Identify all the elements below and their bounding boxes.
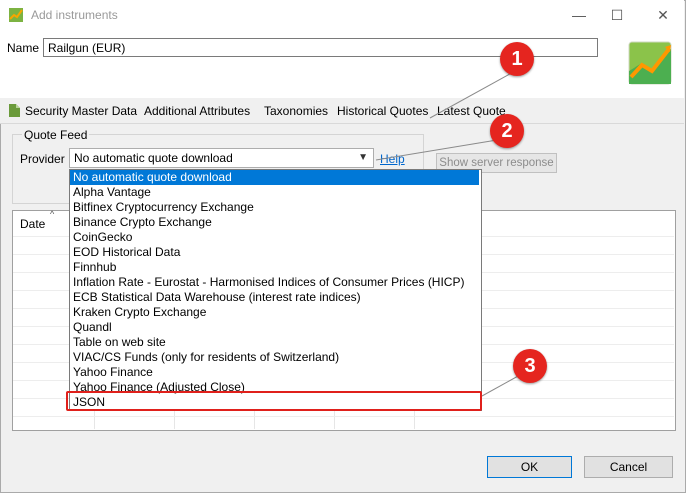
ok-button[interactable]: OK bbox=[487, 456, 572, 478]
chevron-down-icon[interactable]: ▼ bbox=[358, 149, 368, 167]
sort-caret-icon[interactable]: ^ bbox=[50, 209, 54, 219]
dropdown-option[interactable]: Bitfinex Cryptocurrency Exchange bbox=[73, 200, 254, 215]
dropdown-option[interactable]: No automatic quote download bbox=[73, 170, 232, 185]
date-column-header[interactable]: Date bbox=[20, 217, 45, 231]
document-icon bbox=[9, 104, 20, 117]
tab-historical-quotes[interactable]: Historical Quotes bbox=[337, 104, 428, 118]
quote-feed-legend: Quote Feed bbox=[22, 128, 90, 142]
dropdown-option[interactable]: Table on web site bbox=[73, 335, 166, 350]
dropdown-option[interactable]: VIAC/CS Funds (only for residents of Swi… bbox=[73, 350, 339, 365]
provider-select-value: No automatic quote download bbox=[74, 151, 233, 165]
json-option-highlight bbox=[66, 391, 482, 411]
dropdown-option[interactable]: Finnhub bbox=[73, 260, 116, 275]
app-icon bbox=[9, 8, 23, 22]
callout-badge-3: 3 bbox=[513, 349, 547, 383]
tab-security-master-data[interactable]: Security Master Data bbox=[25, 104, 137, 118]
chart-logo-icon bbox=[628, 41, 672, 85]
dropdown-option[interactable]: Inflation Rate - Eurostat - Harmonised I… bbox=[73, 275, 464, 290]
callout-badge-1: 1 bbox=[500, 42, 534, 76]
dropdown-option[interactable]: CoinGecko bbox=[73, 230, 132, 245]
provider-select[interactable]: No automatic quote download ▼ bbox=[69, 148, 374, 168]
help-link[interactable]: Help bbox=[380, 152, 405, 166]
tab-additional-attributes[interactable]: Additional Attributes bbox=[144, 104, 250, 118]
tab-taxonomies[interactable]: Taxonomies bbox=[264, 104, 328, 118]
dropdown-options: No automatic quote download Alpha Vantag… bbox=[69, 169, 480, 409]
callout-badge-2: 2 bbox=[490, 114, 524, 148]
dropdown-option[interactable]: Kraken Crypto Exchange bbox=[73, 305, 206, 320]
dropdown-option[interactable]: ECB Statistical Data Warehouse (interest… bbox=[73, 290, 361, 305]
window-title: Add instruments bbox=[31, 8, 118, 22]
dropdown-option[interactable]: EOD Historical Data bbox=[73, 245, 180, 260]
provider-label: Provider bbox=[20, 152, 65, 166]
minimize-button[interactable]: — bbox=[566, 4, 592, 26]
maximize-button[interactable]: ☐ bbox=[604, 4, 630, 26]
name-label: Name bbox=[7, 41, 40, 55]
dropdown-option[interactable]: Quandl bbox=[73, 320, 112, 335]
tab-latest-quote[interactable]: Latest Quote bbox=[437, 104, 506, 118]
row-divider bbox=[13, 416, 674, 417]
dropdown-option[interactable]: Alpha Vantage bbox=[73, 185, 151, 200]
close-button[interactable]: ✕ bbox=[650, 4, 676, 26]
cancel-button[interactable]: Cancel bbox=[584, 456, 673, 478]
dropdown-option[interactable]: Binance Crypto Exchange bbox=[73, 215, 212, 230]
dropdown-option[interactable]: Yahoo Finance bbox=[73, 365, 153, 380]
